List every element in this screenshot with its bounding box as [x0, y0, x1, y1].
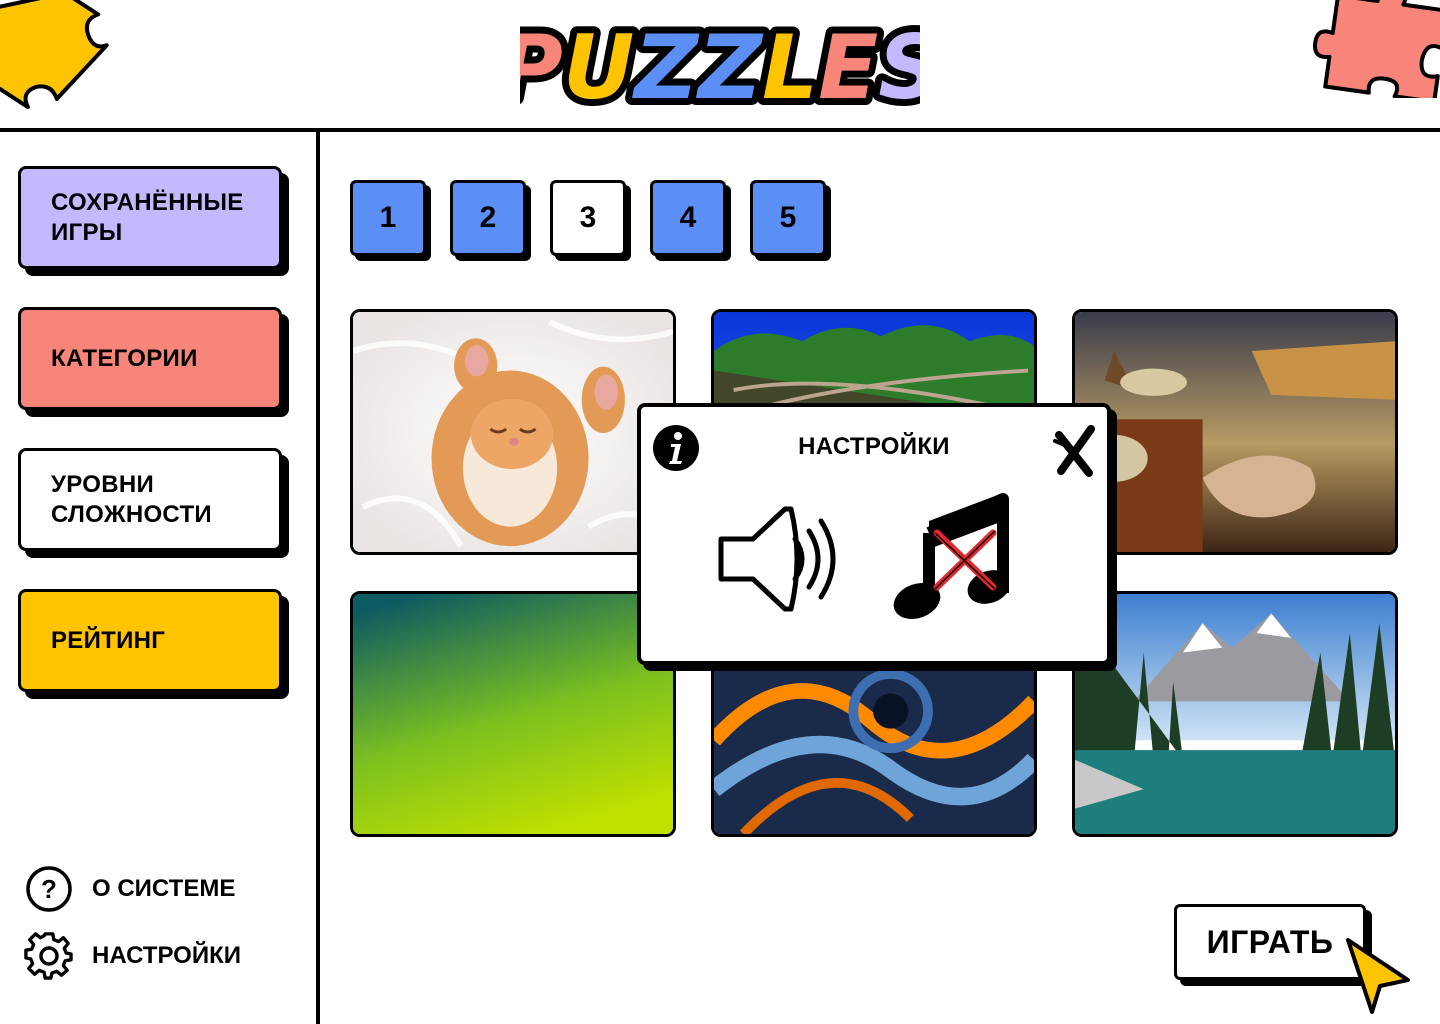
- page-button-4[interactable]: 4: [650, 180, 726, 256]
- logo-text-colored: PUZZLES: [520, 18, 920, 118]
- rating-label: РЕЙТИНГ: [51, 626, 166, 654]
- header: PUZZLES PUZZLES: [0, 0, 1440, 132]
- play-label: ИГРАТЬ: [1206, 923, 1334, 960]
- play-button[interactable]: ИГРАТЬ: [1174, 904, 1366, 980]
- page-button-1[interactable]: 1: [350, 180, 426, 256]
- green-gradient-image: [353, 594, 673, 834]
- logo: PUZZLES PUZZLES: [520, 18, 920, 118]
- mountain-lake-image: [1075, 594, 1395, 834]
- saved-games-button[interactable]: СОХРАНЁННЫЕ ИГРЫ: [18, 166, 282, 269]
- logo-letter: Z: [631, 18, 700, 118]
- logo-letter: E: [818, 18, 878, 118]
- logo-letter: P: [520, 18, 563, 118]
- settings-modal: НАСТРОЙКИ: [637, 403, 1111, 665]
- about-system-link[interactable]: ? О СИСТЕМЕ: [24, 864, 235, 914]
- puzzle-image-gradient[interactable]: [350, 591, 676, 837]
- page-number: 4: [679, 201, 697, 234]
- settings-link[interactable]: НАСТРОЙКИ: [24, 931, 241, 981]
- puzzle-piece-icon-yellow: [0, 0, 109, 110]
- page-number: 5: [779, 201, 797, 234]
- question-circle-icon: ?: [26, 866, 72, 912]
- melting-clocks-image: [1075, 312, 1395, 552]
- categories-button[interactable]: КАТЕГОРИИ: [18, 307, 282, 410]
- logo-letter: U: [563, 18, 634, 118]
- cursor-arrow-icon: [1346, 938, 1410, 1014]
- sidebar-divider: [316, 132, 320, 1024]
- difficulty-levels-label: УРОВНИ СЛОЖНОСТИ: [51, 470, 212, 528]
- modal-title: НАСТРОЙКИ: [798, 433, 950, 460]
- rating-button[interactable]: РЕЙТИНГ: [18, 589, 282, 692]
- page-number: 2: [479, 201, 497, 234]
- categories-label: КАТЕГОРИИ: [51, 344, 198, 372]
- logo-letter: L: [762, 18, 818, 118]
- puzzle-piece-icon-red: [1312, 0, 1440, 98]
- logo-letter: S: [878, 18, 920, 118]
- settings-label: НАСТРОЙКИ: [92, 942, 241, 969]
- page-number: 1: [379, 201, 397, 234]
- page-button-3[interactable]: 3: [550, 180, 626, 256]
- about-system-label: О СИСТЕМЕ: [92, 875, 236, 902]
- music-note-icon[interactable]: [889, 493, 1009, 623]
- logo-letter: Z: [695, 18, 764, 118]
- page-button-2[interactable]: 2: [450, 180, 526, 256]
- saved-games-label: СОХРАНЁННЫЕ ИГРЫ: [51, 188, 244, 246]
- kitten-image: [353, 312, 673, 552]
- puzzle-image-melting-clocks[interactable]: [1072, 309, 1398, 555]
- page-button-5[interactable]: 5: [750, 180, 826, 256]
- gear-icon: [24, 932, 73, 980]
- puzzle-image-mountain-lake[interactable]: [1072, 591, 1398, 837]
- svg-text:?: ?: [41, 874, 57, 904]
- close-icon[interactable]: [1051, 421, 1101, 477]
- speaker-icon[interactable]: [717, 503, 841, 615]
- page-number: 3: [579, 201, 597, 234]
- puzzle-image-kitten[interactable]: [350, 309, 676, 555]
- difficulty-levels-button[interactable]: УРОВНИ СЛОЖНОСТИ: [18, 448, 282, 551]
